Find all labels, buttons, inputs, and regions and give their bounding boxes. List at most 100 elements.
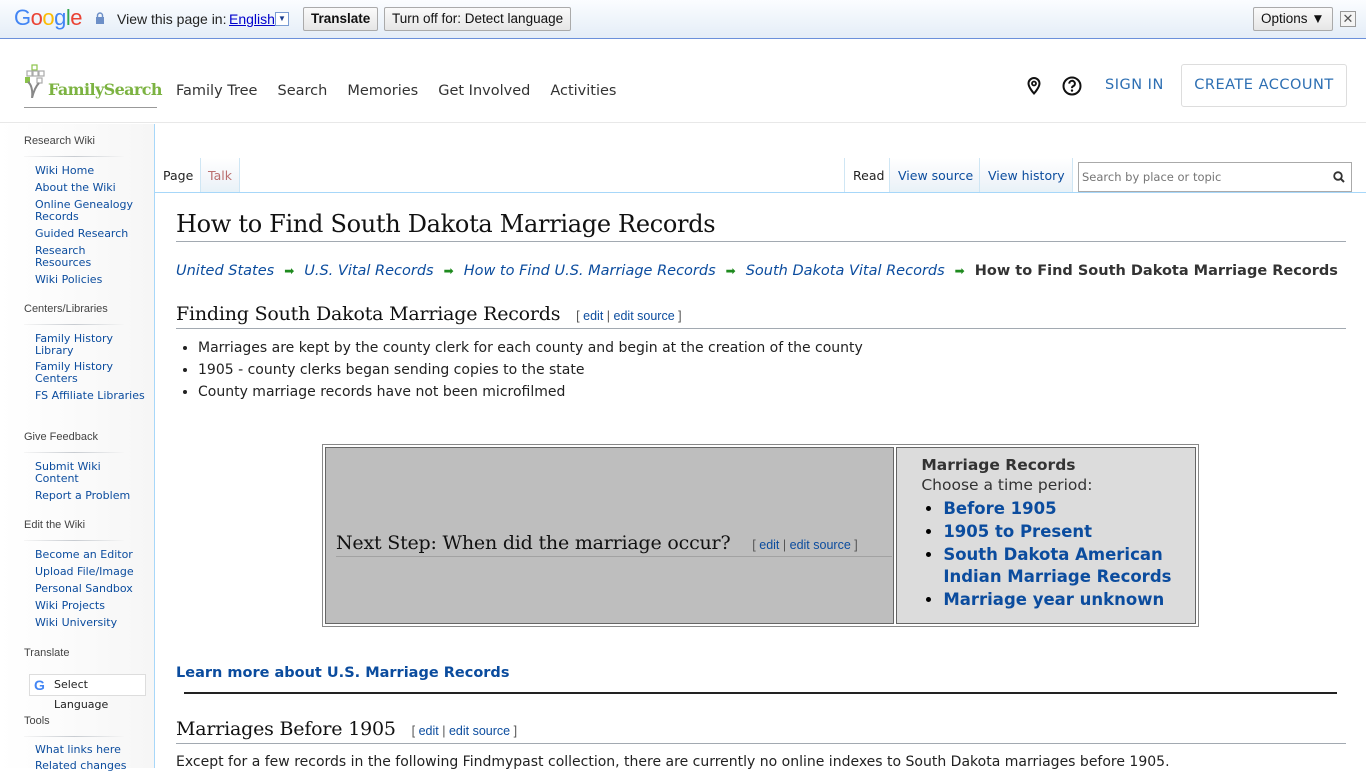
search-input[interactable] — [1082, 164, 1322, 190]
google-g-icon: G — [34, 677, 45, 693]
divider — [184, 692, 1337, 694]
sidebar-item-personal-sandbox[interactable]: Personal Sandbox — [35, 583, 145, 595]
arrow-right-icon: ➡ — [725, 264, 736, 278]
main-nav: Family Tree Search Memories Get Involved… — [176, 83, 636, 99]
sidebar-item-wiki-home[interactable]: Wiki Home — [35, 165, 145, 177]
options-button[interactable]: Options ▼ — [1253, 7, 1333, 31]
breadcrumb: United States ➡ U.S. Vital Records ➡ How to … — [176, 263, 1338, 279]
divider — [24, 452, 124, 453]
turn-off-button[interactable]: Turn off for: Detect language — [384, 7, 572, 31]
create-account-button[interactable]: CREATE ACCOUNT — [1181, 64, 1347, 107]
section-title: Marriages Before 1905 — [176, 718, 396, 740]
sidebar-item-submit-wiki-content[interactable]: Submit Wiki Content — [35, 461, 145, 485]
close-icon[interactable]: ✕ — [1340, 11, 1356, 27]
familysearch-logo[interactable]: FamilySearch — [24, 64, 163, 108]
breadcrumb-current: How to Find South Dakota Marriage Record… — [974, 263, 1338, 279]
logo-text: FamilySearch — [48, 80, 163, 99]
divider — [24, 736, 124, 737]
arrow-right-icon: ➡ — [284, 264, 295, 278]
sidebar-heading-centers-libraries: Centers/Libraries — [24, 303, 108, 315]
link-before-1905[interactable]: Before 1905 — [943, 499, 1056, 518]
edit-link[interactable]: edit — [759, 538, 779, 552]
link-american-indian-records[interactable]: South Dakota American Indian Marriage Re… — [943, 545, 1171, 586]
language-dropdown-icon[interactable]: ▼ — [275, 12, 289, 26]
sidebar-heading-tools: Tools — [24, 715, 50, 727]
google-translate-bar: Google View this page in: English ▼ Tran… — [0, 0, 1366, 39]
edit-source-link[interactable]: edit source — [614, 309, 675, 323]
sidebar-item-family-history-library[interactable]: Family History Library — [35, 333, 145, 357]
sidebar-item-become-an-editor[interactable]: Become an Editor — [35, 549, 145, 561]
sidebar-item-about-the-wiki[interactable]: About the Wiki — [35, 182, 145, 194]
tab-view-history[interactable]: View history — [980, 158, 1073, 192]
sidebar-item-wiki-projects[interactable]: Wiki Projects — [35, 600, 145, 612]
sidebar-heading-edit-the-wiki: Edit the Wiki — [24, 519, 86, 531]
tree-logo-icon — [25, 64, 45, 98]
nav-activities[interactable]: Activities — [550, 83, 616, 99]
help-icon[interactable] — [1062, 76, 1082, 96]
link-1905-to-present[interactable]: 1905 to Present — [943, 522, 1092, 541]
tab-page[interactable]: Page — [155, 158, 201, 192]
select-language-label: Select Language — [54, 678, 109, 711]
page-title: How to Find South Dakota Marriage Record… — [176, 210, 1346, 242]
breadcrumb-united-states[interactable]: United States — [176, 263, 274, 279]
breadcrumb-us-vital-records[interactable]: U.S. Vital Records — [304, 263, 433, 279]
list-item: Marriages are kept by the county clerk f… — [198, 337, 863, 359]
list-item: 1905 - county clerks began sending copie… — [198, 359, 863, 381]
sidebar-item-wiki-policies[interactable]: Wiki Policies — [35, 274, 145, 286]
edit-source-link[interactable]: edit source — [790, 538, 851, 552]
divider — [24, 540, 124, 541]
edit-links: [ edit | edit source ] — [752, 538, 858, 552]
nav-family-tree[interactable]: Family Tree — [176, 83, 257, 99]
google-logo: Google — [14, 5, 83, 30]
location-pin-icon[interactable] — [1024, 76, 1044, 96]
next-step-table: Next Step: When did the marriage occur? … — [322, 444, 1199, 627]
tab-read[interactable]: Read — [844, 158, 890, 192]
breadcrumb-us-marriage-records[interactable]: How to Find U.S. Marriage Records — [464, 263, 716, 279]
edit-link[interactable]: edit — [419, 724, 439, 738]
sidebar-item-online-genealogy-records[interactable]: Online Genealogy Records — [35, 199, 145, 223]
section-title: Finding South Dakota Marriage Records — [176, 303, 561, 325]
learn-more-link[interactable]: Learn more about U.S. Marriage Records — [176, 665, 509, 681]
sidebar-item-upload-file-image[interactable]: Upload File/Image — [35, 566, 145, 578]
box-title: Marriage Records — [921, 456, 1076, 474]
section-heading-before-1905: Marriages Before 1905 [ edit | edit sour… — [176, 718, 1346, 744]
breadcrumb-sd-vital-records[interactable]: South Dakota Vital Records — [746, 263, 945, 279]
next-step-heading: Next Step: When did the marriage occur? … — [336, 532, 892, 557]
sign-in-link[interactable]: SIGN IN — [1105, 77, 1164, 93]
link-year-unknown[interactable]: Marriage year unknown — [943, 590, 1164, 609]
section-heading-finding: Finding South Dakota Marriage Records [ … — [176, 303, 1346, 329]
sidebar-heading-give-feedback: Give Feedback — [24, 431, 98, 443]
nav-search[interactable]: Search — [277, 83, 327, 99]
edit-link[interactable]: edit — [583, 309, 603, 323]
language-select[interactable]: English — [229, 11, 275, 27]
sidebar-item-report-a-problem[interactable]: Report a Problem — [35, 490, 145, 502]
marriage-records-box: Marriage Records Choose a time period: B… — [896, 447, 1196, 624]
arrow-right-icon: ➡ — [443, 264, 454, 278]
search-icon[interactable] — [1333, 171, 1345, 183]
finding-bullets: Marriages are kept by the county clerk f… — [198, 337, 863, 403]
lock-icon — [96, 12, 104, 24]
sidebar-item-what-links-here[interactable]: What links here — [35, 744, 145, 756]
time-period-links: Before 1905 1905 to Present South Dakota… — [943, 498, 1195, 611]
translate-button[interactable]: Translate — [303, 7, 379, 31]
wiki-search — [1078, 162, 1352, 192]
tab-view-source[interactable]: View source — [890, 158, 980, 192]
sidebar-item-family-history-centers[interactable]: Family History Centers — [35, 361, 145, 385]
edit-links: [ edit | edit source ] — [411, 724, 518, 738]
select-language-dropdown[interactable]: G Select Language — [29, 674, 146, 711]
edit-links: [ edit | edit source ] — [576, 309, 682, 323]
sidebar-heading-research-wiki: Research Wiki — [24, 135, 95, 147]
sidebar-item-fs-affiliate-libraries[interactable]: FS Affiliate Libraries — [35, 390, 145, 402]
nav-memories[interactable]: Memories — [347, 83, 418, 99]
nav-get-involved[interactable]: Get Involved — [438, 83, 530, 99]
sidebar-item-wiki-university[interactable]: Wiki University — [35, 617, 145, 629]
sidebar-item-guided-research[interactable]: Guided Research — [35, 228, 145, 240]
next-step-cell: Next Step: When did the marriage occur? … — [325, 447, 895, 624]
edit-source-link[interactable]: edit source — [449, 724, 510, 738]
sidebar-item-research-resources[interactable]: Research Resources — [35, 245, 145, 269]
sidebar-item-related-changes[interactable]: Related changes — [35, 760, 145, 772]
tab-talk[interactable]: Talk — [201, 158, 240, 192]
sidebar-heading-translate: Translate — [24, 647, 70, 659]
divider — [24, 324, 124, 325]
divider — [24, 156, 124, 157]
